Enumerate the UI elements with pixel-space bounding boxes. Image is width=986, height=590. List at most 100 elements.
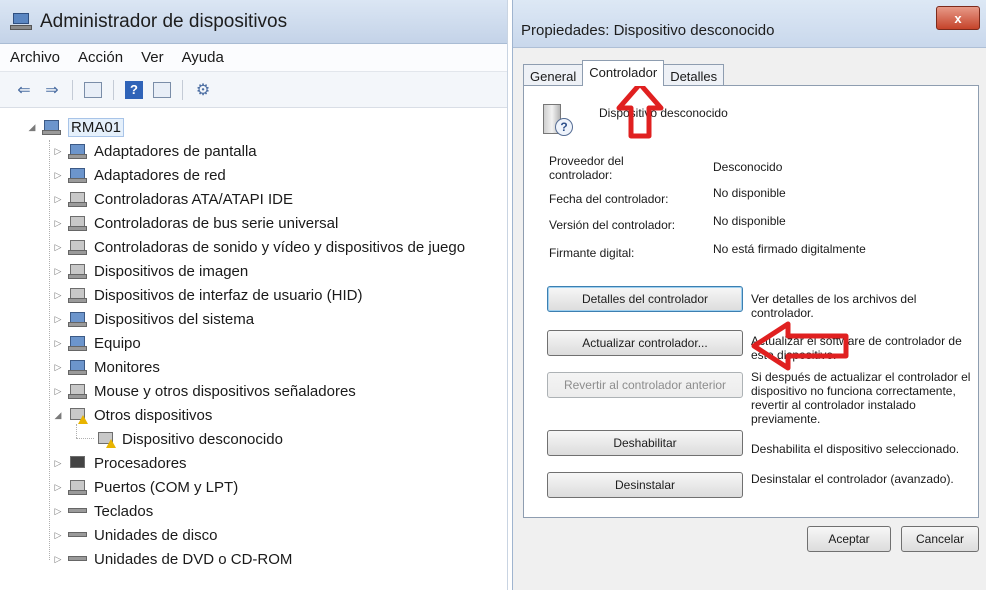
expand-arrow-icon[interactable]: ▷ xyxy=(52,289,64,301)
update-driver-button[interactable]: Actualizar controlador... xyxy=(547,330,743,356)
expand-arrow-icon[interactable]: ▷ xyxy=(52,217,64,229)
tree-item[interactable]: ▷ Monitores xyxy=(52,356,160,378)
tree-item-expanded[interactable]: ◢ Otros dispositivos xyxy=(52,404,212,426)
expand-arrow-icon[interactable]: ▷ xyxy=(52,169,64,181)
menu-archivo[interactable]: Archivo xyxy=(10,49,60,66)
close-icon: x xyxy=(954,10,962,26)
tree-connector xyxy=(76,438,94,439)
expand-arrow-icon[interactable]: ▷ xyxy=(52,193,64,205)
unknown-device-icon: ? xyxy=(541,102,575,138)
provider-value: Desconocido xyxy=(713,160,783,174)
tree-item[interactable]: ▷ Adaptadores de pantalla xyxy=(52,140,257,162)
tree-root[interactable]: ◢ RMA01 xyxy=(26,116,125,138)
driver-details-button[interactable]: Detalles del controlador xyxy=(547,286,743,312)
expand-arrow-icon[interactable]: ▷ xyxy=(52,529,64,541)
computer-icon xyxy=(42,118,62,136)
tree-connector xyxy=(76,424,77,438)
tab-strip: General Controlador Detalles xyxy=(523,60,725,86)
hid-icon xyxy=(68,286,88,304)
processor-icon xyxy=(68,454,88,472)
forward-arrow-icon[interactable]: ⇒ xyxy=(42,80,62,100)
expand-arrow-icon[interactable]: ▷ xyxy=(52,505,64,517)
expand-arrow-icon[interactable]: ▷ xyxy=(52,313,64,325)
expand-arrow-icon[interactable]: ▷ xyxy=(52,145,64,157)
tree-item-label: Dispositivo desconocido xyxy=(122,430,283,448)
show-hide-tree-icon[interactable] xyxy=(83,80,103,100)
port-icon xyxy=(68,478,88,496)
tree-item-label: Monitores xyxy=(94,358,160,376)
system-device-icon xyxy=(68,310,88,328)
version-value: No disponible xyxy=(713,214,786,228)
version-label: Versión del controlador: xyxy=(549,218,676,232)
tree-item-label: Adaptadores de red xyxy=(94,166,226,184)
close-button[interactable]: x xyxy=(936,6,980,30)
uninstall-driver-button[interactable]: Desinstalar xyxy=(547,472,743,498)
tree-item-label: Controladoras de sonido y vídeo y dispos… xyxy=(94,238,466,256)
tree-item[interactable]: ▷ Unidades de disco xyxy=(52,524,218,546)
collapse-arrow-icon[interactable]: ◢ xyxy=(52,409,64,421)
tree-item-label: Procesadores xyxy=(94,454,187,472)
title-bar: Administrador de dispositivos xyxy=(0,0,507,44)
disk-drive-icon xyxy=(68,526,88,544)
toolbar-separator xyxy=(182,79,183,100)
tree-root-label: RMA01 xyxy=(68,117,125,137)
cancel-button[interactable]: Cancelar xyxy=(901,526,979,552)
scan-hardware-icon[interactable]: ⚙ xyxy=(193,80,213,100)
provider-label: Proveedor del controlador: xyxy=(549,154,624,182)
back-arrow-icon[interactable]: ⇐ xyxy=(14,80,34,100)
tree-item[interactable]: ▷ Procesadores xyxy=(52,452,187,474)
disable-device-button[interactable]: Deshabilitar xyxy=(547,430,743,456)
rollback-driver-button[interactable]: Revertir al controlador anterior xyxy=(547,372,743,398)
device-name: Dispositivo desconocido xyxy=(599,106,728,120)
expand-arrow-icon[interactable]: ▷ xyxy=(52,265,64,277)
tab-detalles[interactable]: Detalles xyxy=(663,64,725,86)
tree-item[interactable]: ▷ Dispositivos de interfaz de usuario (H… xyxy=(52,284,363,306)
usb-icon xyxy=(68,214,88,232)
expand-arrow-icon[interactable]: ▷ xyxy=(52,241,64,253)
properties-icon[interactable] xyxy=(152,80,172,100)
tree-item-label: Unidades de DVD o CD-ROM xyxy=(94,550,293,568)
tree-item[interactable]: ▷ Controladoras ATA/ATAPI IDE xyxy=(52,188,293,210)
tree-item-label: Dispositivos del sistema xyxy=(94,310,255,328)
menu-ver[interactable]: Ver xyxy=(141,49,164,66)
tab-general[interactable]: General xyxy=(523,64,584,86)
tree-item-label: Adaptadores de pantalla xyxy=(94,142,257,160)
expand-arrow-icon[interactable]: ▷ xyxy=(52,553,64,565)
device-manager-window: Administrador de dispositivos Archivo Ac… xyxy=(0,0,508,590)
menu-ayuda[interactable]: Ayuda xyxy=(182,49,224,66)
tree-item[interactable]: ▷ Adaptadores de red xyxy=(52,164,226,186)
ok-button[interactable]: Aceptar xyxy=(807,526,891,552)
expand-arrow-icon[interactable]: ▷ xyxy=(52,337,64,349)
disable-device-description: Deshabilita el dispositivo seleccionado. xyxy=(751,442,960,456)
monitor-icon xyxy=(68,358,88,376)
expand-arrow-icon[interactable]: ▷ xyxy=(52,385,64,397)
tree-item[interactable]: ▷ Dispositivos de imagen xyxy=(52,260,249,282)
tab-controlador[interactable]: Controlador xyxy=(582,60,665,86)
date-value: No disponible xyxy=(713,186,786,200)
device-manager-icon xyxy=(10,12,32,31)
tree-item[interactable]: ▷ Equipo xyxy=(52,332,141,354)
tree-item[interactable]: ▷ Controladoras de bus serie universal xyxy=(52,212,339,234)
tree-item[interactable]: ▷ Mouse y otros dispositivos señaladores xyxy=(52,380,356,402)
help-icon[interactable]: ? xyxy=(124,80,144,100)
tree-connector xyxy=(49,140,50,560)
tree-item-child[interactable]: Dispositivo desconocido xyxy=(96,428,283,450)
keyboard-icon xyxy=(68,502,88,520)
tree-item[interactable]: ▷ Unidades de DVD o CD-ROM xyxy=(52,548,293,570)
tree-item-label: Puertos (COM y LPT) xyxy=(94,478,239,496)
expand-arrow-icon[interactable]: ▷ xyxy=(52,481,64,493)
dvd-drive-icon xyxy=(68,550,88,568)
menu-bar: Archivo Acción Ver Ayuda xyxy=(0,44,507,72)
tree-item[interactable]: ▷ Controladoras de sonido y vídeo y disp… xyxy=(52,236,466,258)
tree-item-label: Controladoras de bus serie universal xyxy=(94,214,339,232)
tree-item[interactable]: ▷ Puertos (COM y LPT) xyxy=(52,476,239,498)
tree-item-label: Mouse y otros dispositivos señaladores xyxy=(94,382,356,400)
rollback-driver-description: Si después de actualizar el controlador … xyxy=(751,370,971,426)
expand-arrow-icon[interactable]: ▷ xyxy=(52,457,64,469)
tree-item[interactable]: ▷ Dispositivos del sistema xyxy=(52,308,255,330)
tree-item[interactable]: ▷ Teclados xyxy=(52,500,154,522)
expand-arrow-icon[interactable]: ▷ xyxy=(52,361,64,373)
menu-accion[interactable]: Acción xyxy=(78,49,123,66)
collapse-arrow-icon[interactable]: ◢ xyxy=(26,121,38,133)
tree-item-label: Teclados xyxy=(94,502,154,520)
